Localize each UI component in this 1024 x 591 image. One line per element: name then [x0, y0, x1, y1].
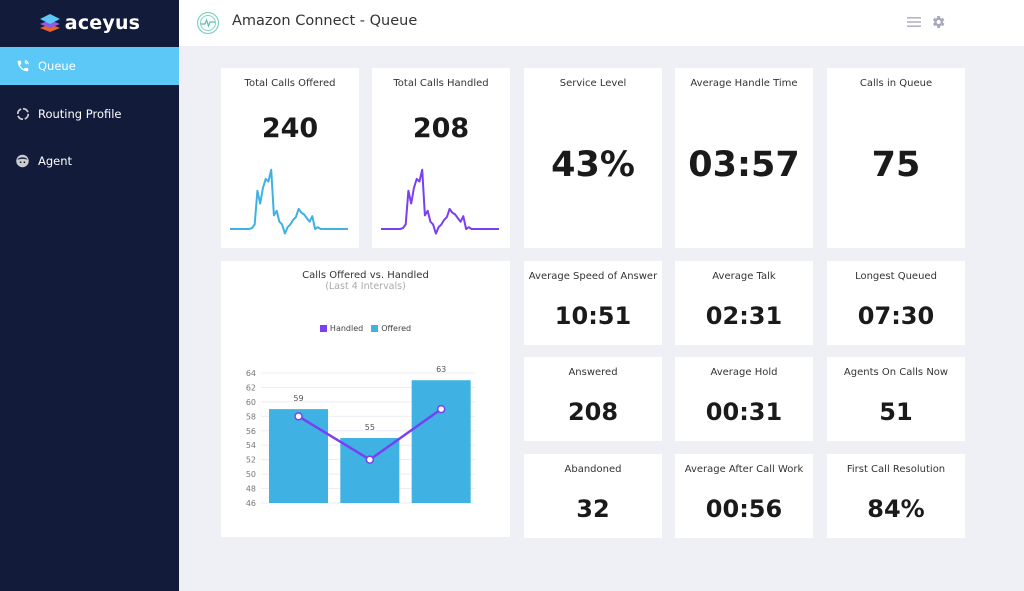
page-title: Amazon Connect - Queue: [232, 13, 418, 29]
kpi-card-calls-in-queue: Calls in Queue 75: [827, 68, 965, 248]
kpi-value: 240: [261, 113, 319, 144]
kpi-card-average-speed-of-answer: Average Speed of Answer 10:51: [524, 261, 662, 345]
kpi-value: 00:31: [705, 398, 783, 426]
kpi-label: Total Calls Handled: [393, 78, 489, 89]
kpi-value: 02:31: [705, 302, 783, 330]
kpi-card-abandoned: Abandoned 32: [524, 454, 662, 538]
kpi-label: Average Speed of Answer: [528, 271, 658, 282]
bar-data-label: 59: [293, 394, 303, 403]
chart-legend: Handled Offered: [221, 324, 510, 333]
kpi-value: 51: [879, 398, 913, 426]
sparkline-path: [230, 168, 348, 235]
sparkline-handled: [381, 168, 499, 235]
app-logo-icon: [196, 11, 220, 35]
y-tick-label: 52: [246, 456, 256, 465]
y-tick-label: 50: [246, 470, 256, 479]
legend-item-handled[interactable]: Handled: [319, 324, 364, 333]
y-tick-label: 60: [246, 398, 256, 407]
y-tick-label: 56: [246, 427, 256, 436]
kpi-label: Average Hold: [710, 367, 778, 378]
point-handled[interactable]: [436, 404, 446, 414]
bar-offered[interactable]: [411, 380, 471, 503]
legend-swatch-offered: [371, 325, 379, 332]
legend-swatch-handled: [319, 325, 327, 332]
kpi-value: 32: [576, 495, 610, 523]
brand-logo[interactable]: aceyus: [0, 0, 179, 46]
kpi-label: Average After Call Work: [684, 464, 804, 475]
kpi-label: Average Talk: [712, 271, 776, 282]
menu-icon[interactable]: [907, 16, 921, 28]
sidebar-item-label: Agent: [38, 154, 73, 168]
y-tick-label: 62: [246, 383, 256, 392]
y-tick-label: 54: [246, 441, 256, 450]
point-handled[interactable]: [365, 455, 375, 464]
kpi-card-average-talk: Average Talk 02:31: [675, 261, 813, 345]
agent-icon: [15, 154, 30, 169]
kpi-label: Average Handle Time: [690, 78, 798, 89]
kpi-label: Calls in Queue: [859, 78, 933, 89]
kpi-value: 10:51: [554, 302, 632, 330]
chart-title: Calls Offered vs. Handled: [302, 270, 429, 281]
legend-item-offered[interactable]: Offered: [371, 324, 411, 333]
kpi-label: Abandoned: [564, 464, 622, 475]
kpi-value: 43%: [551, 145, 635, 185]
brand-name: aceyus: [64, 12, 141, 34]
kpi-card-longest-queued: Longest Queued 07:30: [827, 261, 965, 345]
kpi-label: Agents On Calls Now: [843, 367, 949, 378]
gear-icon[interactable]: [930, 14, 946, 30]
legend-label: Offered: [381, 324, 412, 333]
kpi-card-agents-on-calls-now: Agents On Calls Now 51: [827, 357, 965, 441]
kpi-card-average-hold: Average Hold 00:31: [675, 357, 813, 441]
kpi-card-total-calls-handled: Total Calls Handled 208: [372, 68, 510, 248]
sparkline-offered: [230, 168, 348, 235]
kpi-label: Answered: [568, 367, 618, 378]
y-tick-label: 58: [246, 412, 256, 421]
kpi-value: 84%: [867, 495, 925, 523]
sparkline-path: [381, 168, 499, 235]
top-bar: Amazon Connect - Queue: [179, 0, 1024, 46]
legend-label: Handled: [329, 324, 364, 333]
sidebar-item-label: Queue: [38, 59, 76, 73]
sidebar-item-agent[interactable]: Agent: [0, 142, 179, 180]
kpi-label: Total Calls Offered: [244, 78, 336, 89]
kpi-value: 75: [871, 145, 921, 185]
kpi-value: 03:57: [688, 145, 800, 185]
kpi-value: 07:30: [857, 302, 935, 330]
kpi-card-answered: Answered 208: [524, 357, 662, 441]
bar-data-label: 55: [365, 423, 375, 432]
sidebar-item-queue[interactable]: Queue: [0, 47, 179, 85]
point-handled[interactable]: [294, 412, 303, 421]
y-tick-label: 64: [246, 369, 256, 378]
routing-icon: [15, 107, 30, 122]
phone-icon: [15, 59, 30, 74]
kpi-value: 00:56: [705, 495, 783, 523]
kpi-card-service-level: Service Level 43%: [524, 68, 662, 248]
kpi-label: Longest Queued: [855, 271, 937, 282]
kpi-card-average-handle-time: Average Handle Time 03:57: [675, 68, 813, 248]
sidebar-item-routing-profile[interactable]: Routing Profile: [0, 95, 179, 133]
bar-line-chart: 46 48 50 52 54 56 58 60 62 64 59 55 63: [246, 365, 475, 508]
chart-subtitle: (Last 4 Intervals): [325, 281, 406, 292]
chart-card-calls-offered-vs-handled: Calls Offered vs. Handled (Last 4 Interv…: [221, 261, 510, 537]
kpi-value: 208: [412, 113, 470, 144]
kpi-label: Service Level: [559, 78, 627, 89]
bar-offered[interactable]: [269, 409, 328, 503]
kpi-card-total-calls-offered: Total Calls Offered 240: [221, 68, 359, 248]
kpi-card-average-after-call-work: Average After Call Work 00:56: [675, 454, 813, 538]
y-tick-label: 48: [246, 485, 256, 494]
aceyus-logo-icon: [39, 14, 60, 32]
sidebar-item-label: Routing Profile: [38, 107, 122, 121]
y-tick-label: 46: [246, 499, 256, 508]
kpi-label: First Call Resolution: [846, 464, 946, 475]
kpi-value: 208: [567, 398, 619, 426]
kpi-card-first-call-resolution: First Call Resolution 84%: [827, 454, 965, 538]
sidebar: aceyus Queue Routing Profile Agent: [0, 0, 179, 591]
bar-data-label: 63: [436, 365, 446, 374]
